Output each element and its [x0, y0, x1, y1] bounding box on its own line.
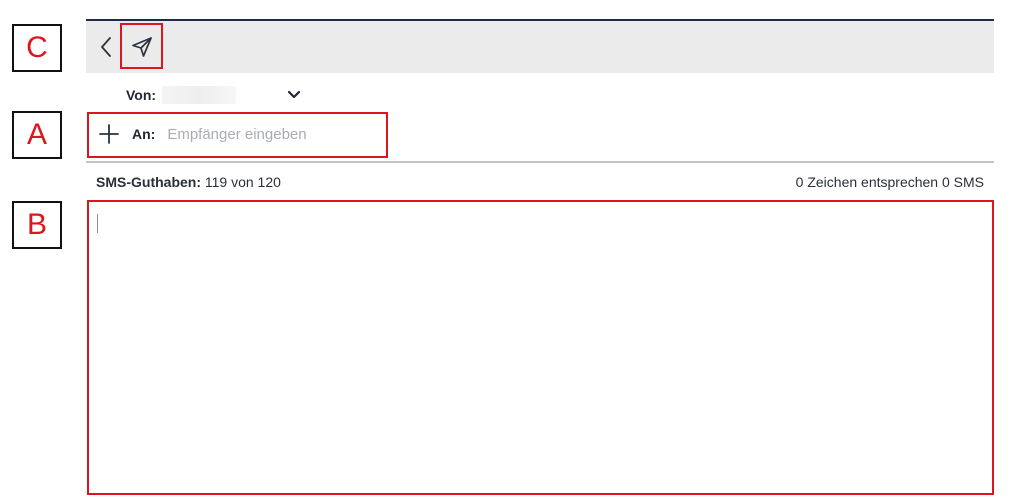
sms-info-row: SMS-Guthaben: 119 von 120 0 Zeichen ents…: [96, 174, 984, 192]
annotation-label-b: B: [12, 201, 62, 249]
sender-value[interactable]: [162, 86, 237, 104]
sms-credit-value: 119 von 120: [204, 174, 281, 190]
annotation-box-b: [87, 200, 994, 495]
header-divider: [86, 161, 994, 163]
annotation-label-c: C: [12, 24, 62, 72]
annotation-box-a: [87, 112, 388, 158]
back-button[interactable]: [94, 33, 118, 61]
annotation-label-a: A: [12, 111, 62, 159]
sms-credit-label: SMS-Guthaben:: [96, 174, 201, 190]
sender-label: Von:: [126, 87, 157, 103]
compose-toolbar: [86, 21, 994, 73]
character-count: 0 Zeichen entsprechen 0 SMS: [795, 174, 984, 190]
chevron-down-icon[interactable]: [286, 87, 302, 103]
sender-row[interactable]: Von:: [126, 84, 301, 106]
chevron-left-icon: [101, 37, 111, 57]
annotation-box-c: [120, 23, 163, 69]
